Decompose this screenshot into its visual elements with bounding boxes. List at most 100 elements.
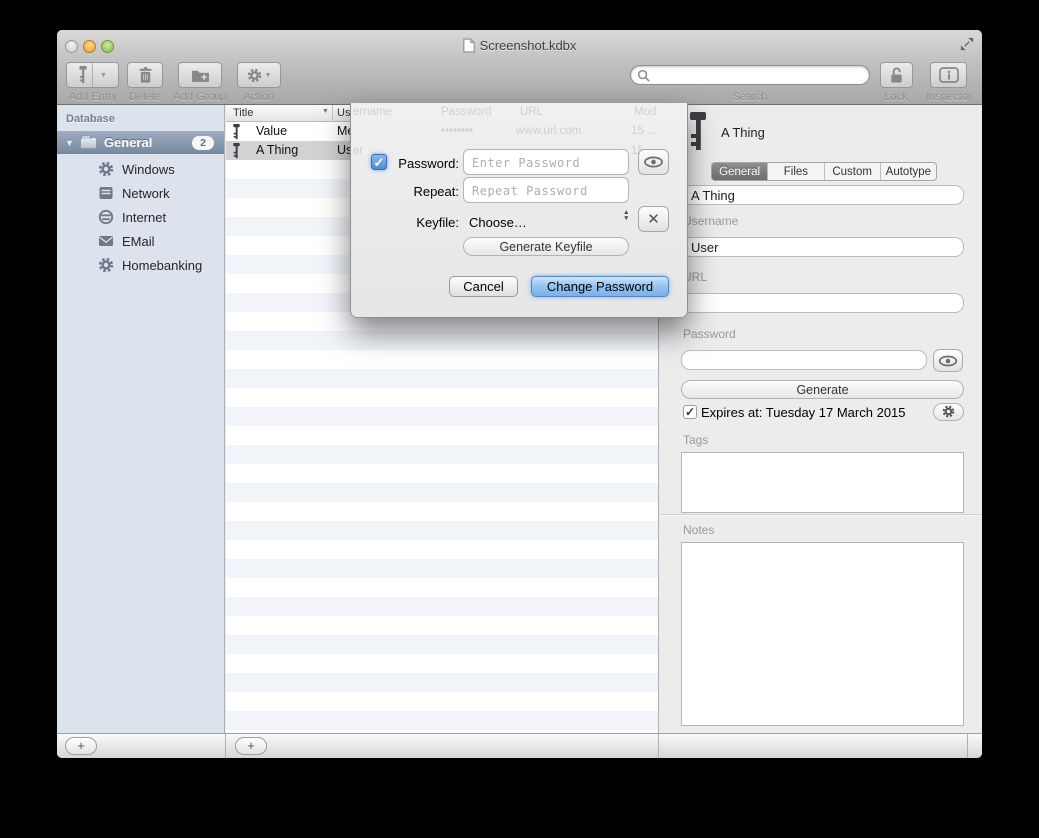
keyfile-popup[interactable]: Choose… [469, 215, 527, 230]
ghost-username-header: ername [353, 106, 392, 118]
eye-icon [938, 355, 958, 367]
empty-row-stripe [226, 369, 658, 388]
add-entry-plus-button[interactable]: + [235, 737, 267, 755]
sidebar-item-network[interactable]: Network [57, 181, 224, 205]
empty-row-stripe [226, 388, 658, 407]
ghost-password-header: Password [441, 106, 492, 118]
folder-plus-icon [191, 68, 210, 83]
keyfile-label: Keyfile: [387, 215, 459, 230]
column-header-title[interactable]: Title [233, 107, 253, 119]
tab-autotype[interactable]: Autotype [880, 163, 936, 180]
padlock-open-icon [888, 66, 905, 84]
sidebar-item-windows[interactable]: Windows [57, 157, 224, 181]
title-field[interactable] [681, 185, 964, 205]
change-password-button[interactable]: Change Password [531, 276, 669, 297]
delete-button[interactable] [127, 62, 163, 88]
globe-icon [98, 209, 114, 225]
empty-row-stripe [226, 578, 658, 597]
footer-divider [225, 734, 226, 758]
entry-count-badge: 2 [192, 136, 214, 150]
tags-label: Tags [683, 433, 708, 447]
empty-row-stripe [226, 521, 658, 540]
search-field[interactable] [630, 65, 870, 85]
stepper-control[interactable]: ▲ ▼ [623, 210, 629, 221]
checkmark-icon: ✓ [685, 405, 695, 419]
ghost-password-dots: •••••••• [441, 125, 473, 137]
sidebar-item-internet[interactable]: Internet [57, 205, 224, 229]
app-window: Screenshot.kdbx ▼ Add Entry Delete Add G… [57, 30, 982, 758]
empty-row-stripe [226, 331, 658, 350]
fullscreen-icon[interactable] [960, 37, 974, 56]
chevron-down-icon: ▼ [100, 72, 107, 79]
search-icon [637, 69, 650, 82]
stepper-down-icon[interactable]: ▼ [623, 216, 629, 222]
gear-icon [247, 68, 262, 83]
password-checkbox[interactable]: ✓ [371, 154, 387, 170]
delete-label: Delete [123, 91, 167, 103]
button-divider [92, 63, 93, 87]
generate-button[interactable]: Generate [681, 380, 964, 399]
key-icon [232, 143, 241, 159]
bottom-bar: + + [57, 733, 982, 758]
envelope-icon [98, 233, 114, 249]
password-label: Password: [387, 156, 459, 171]
clear-keyfile-button[interactable]: ✕ [638, 206, 669, 232]
username-field[interactable] [681, 237, 964, 257]
empty-row-stripe [226, 673, 658, 692]
url-field[interactable] [681, 293, 964, 313]
plus-icon: + [247, 738, 255, 753]
close-icon: ✕ [647, 210, 660, 228]
generate-keyfile-button[interactable]: Generate Keyfile [463, 237, 629, 256]
search-label: Search [630, 91, 870, 103]
footer-divider [658, 734, 659, 758]
repeat-label: Repeat: [387, 184, 459, 199]
tags-input[interactable] [681, 452, 964, 513]
empty-row-stripe [226, 692, 658, 711]
action-button[interactable]: ▼ [237, 62, 281, 88]
sidebar-item-homebanking[interactable]: Homebanking [57, 253, 224, 277]
gear-icon [942, 405, 955, 418]
sidebar-item-general[interactable]: ▼ General 2 [57, 131, 224, 154]
key-icon [232, 124, 241, 140]
sidebar-item-email[interactable]: EMail [57, 229, 224, 253]
key-icon [688, 112, 708, 152]
expires-label: Expires at: Tuesday 17 March 2015 [701, 405, 906, 420]
lock-button[interactable] [880, 62, 913, 88]
reveal-password-button[interactable] [933, 349, 963, 372]
show-password-button[interactable] [638, 149, 669, 175]
search-input[interactable] [654, 67, 854, 83]
screenshot-stage: Screenshot.kdbx ▼ Add Entry Delete Add G… [0, 0, 1039, 838]
ghost-modified-header: Mod [634, 106, 656, 118]
column-divider[interactable] [332, 105, 333, 122]
plus-icon: + [77, 738, 85, 753]
checkmark-icon: ✓ [374, 155, 385, 170]
lock-label: Lock [870, 91, 922, 103]
password-label: Password [683, 327, 736, 341]
inspector-panel: A Thing General Files Custom Autotype Us… [658, 105, 982, 733]
action-label: Action [237, 91, 281, 103]
inspector-button[interactable] [930, 62, 967, 88]
expires-options-button[interactable] [933, 403, 964, 421]
ghost-username-value: er [353, 145, 363, 157]
cancel-button[interactable]: Cancel [449, 276, 518, 297]
add-group-plus-button[interactable]: + [65, 737, 97, 755]
document-icon [463, 38, 475, 53]
section-divider [659, 514, 982, 515]
expires-checkbox[interactable]: ✓ [683, 405, 697, 419]
tab-general[interactable]: General [712, 163, 767, 180]
enter-password-input[interactable] [463, 149, 629, 175]
add-entry-button[interactable]: ▼ [66, 62, 119, 88]
add-group-button[interactable] [178, 62, 222, 88]
column-header-username[interactable]: Us [337, 107, 350, 119]
chevron-down-icon: ▼ [265, 72, 272, 79]
disclosure-triangle-icon[interactable]: ▼ [65, 138, 74, 148]
repeat-password-input[interactable] [463, 177, 629, 203]
password-field[interactable] [681, 350, 927, 370]
notes-input[interactable] [681, 542, 964, 726]
empty-row-stripe [226, 559, 658, 578]
tab-files[interactable]: Files [767, 163, 823, 180]
gear-icon [98, 161, 114, 177]
tab-custom[interactable]: Custom [824, 163, 880, 180]
notes-label: Notes [683, 523, 714, 537]
eye-icon [643, 156, 664, 168]
